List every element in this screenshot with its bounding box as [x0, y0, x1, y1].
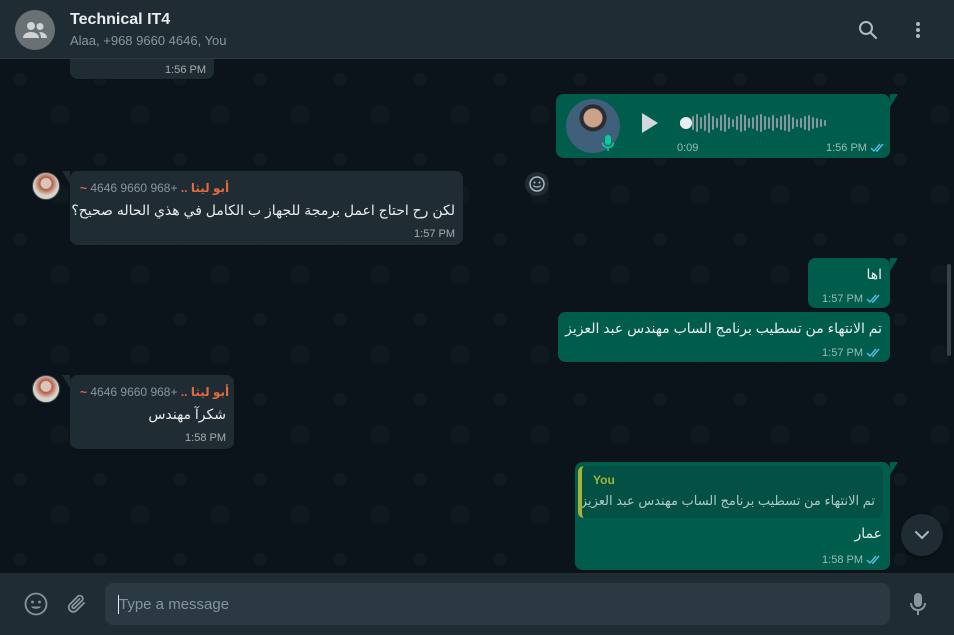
- message-bubble-incoming[interactable]: 1:56 PM: [70, 59, 214, 79]
- scrollbar-thumb[interactable]: [947, 264, 951, 356]
- attach-icon[interactable]: [64, 591, 90, 617]
- message-time: 1:56 PM: [826, 142, 867, 154]
- avatar[interactable]: [32, 172, 60, 200]
- message-text: شكرآ مهندس: [148, 406, 226, 422]
- message-time-status: 1:57 PM: [822, 293, 882, 305]
- double-check-icon: [866, 294, 880, 304]
- microphone-icon[interactable]: [905, 591, 931, 617]
- message-bubble-outgoing[interactable]: اها 1:57 PM: [808, 258, 898, 308]
- sender-info[interactable]: ~ أبو ليثا .. +968 9660 4646: [80, 181, 229, 195]
- message-input[interactable]: [105, 583, 890, 625]
- sender-phone: +968 9660 4646: [90, 385, 178, 399]
- scroll-down-button[interactable]: [901, 514, 943, 556]
- message-time: 1:58 PM: [185, 432, 226, 444]
- composer-bar[interactable]: [0, 573, 954, 635]
- message-time-status: 1:58 PM: [822, 554, 882, 566]
- menu-icon[interactable]: [906, 18, 930, 42]
- avatar[interactable]: [32, 375, 60, 403]
- search-icon[interactable]: [856, 18, 880, 42]
- message-text: اها: [866, 266, 882, 282]
- sender-info[interactable]: ~ أبو ليثا .. +968 9660 4646: [80, 385, 229, 399]
- chat-header[interactable]: Technical IT4 Alaa, +968 9660 4646, You: [0, 0, 954, 59]
- sender-phone: +968 9660 4646: [90, 181, 178, 195]
- chat-participants: Alaa, +968 9660 4646, You: [70, 33, 227, 48]
- message-text: عمار: [854, 525, 882, 541]
- voice-progress-handle[interactable]: [680, 117, 692, 129]
- emoji-icon[interactable]: [23, 591, 49, 617]
- message-text: تم الانتهاء من تسطيب برنامج الساب مهندس …: [565, 320, 882, 336]
- message-bubble-incoming[interactable]: ~ أبو ليثا .. +968 9660 4646 لكن رح احتا…: [62, 171, 463, 245]
- quote-text: تم الانتهاء من تسطيب برنامج الساب مهندس …: [580, 493, 875, 508]
- chat-messages-area[interactable]: 1:56 PM 0:09 1:56 PM ~ أبو ليثا .. +968 …: [0, 59, 954, 573]
- play-icon[interactable]: [637, 111, 661, 135]
- message-time: 1:56 PM: [165, 64, 206, 76]
- message-time: 1:58 PM: [822, 554, 863, 566]
- message-time: 1:57 PM: [822, 347, 863, 359]
- group-avatar[interactable]: [15, 10, 55, 50]
- emoji-reaction-icon[interactable]: [525, 172, 549, 196]
- chevron-down-icon: [915, 531, 929, 540]
- message-text: لكن رح احتاج اعمل برمجة للجهاز ب الكامل …: [71, 202, 455, 218]
- double-check-icon: [866, 348, 880, 358]
- message-time-status: 1:57 PM: [822, 347, 882, 359]
- text-caret: [118, 595, 119, 614]
- voice-duration: 0:09: [677, 142, 699, 154]
- quote-author: You: [593, 473, 615, 487]
- chat-title[interactable]: Technical IT4: [70, 11, 170, 29]
- message-time: 1:57 PM: [414, 228, 455, 240]
- message-bubble-outgoing[interactable]: تم الانتهاء من تسطيب برنامج الساب مهندس …: [558, 312, 890, 362]
- quoted-message[interactable]: You تم الانتهاء من تسطيب برنامج الساب مه…: [578, 466, 883, 518]
- voice-waveform[interactable]: [680, 113, 826, 133]
- microphone-icon: [601, 135, 615, 151]
- message-time-status: 1:56 PM: [826, 142, 886, 154]
- message-bubble-incoming[interactable]: ~ أبو ليثا .. +968 9660 4646 شكرآ مهندس …: [62, 375, 234, 449]
- double-check-icon: [866, 555, 880, 565]
- message-time: 1:57 PM: [822, 293, 863, 305]
- group-icon: [23, 22, 47, 38]
- double-check-icon: [870, 143, 884, 153]
